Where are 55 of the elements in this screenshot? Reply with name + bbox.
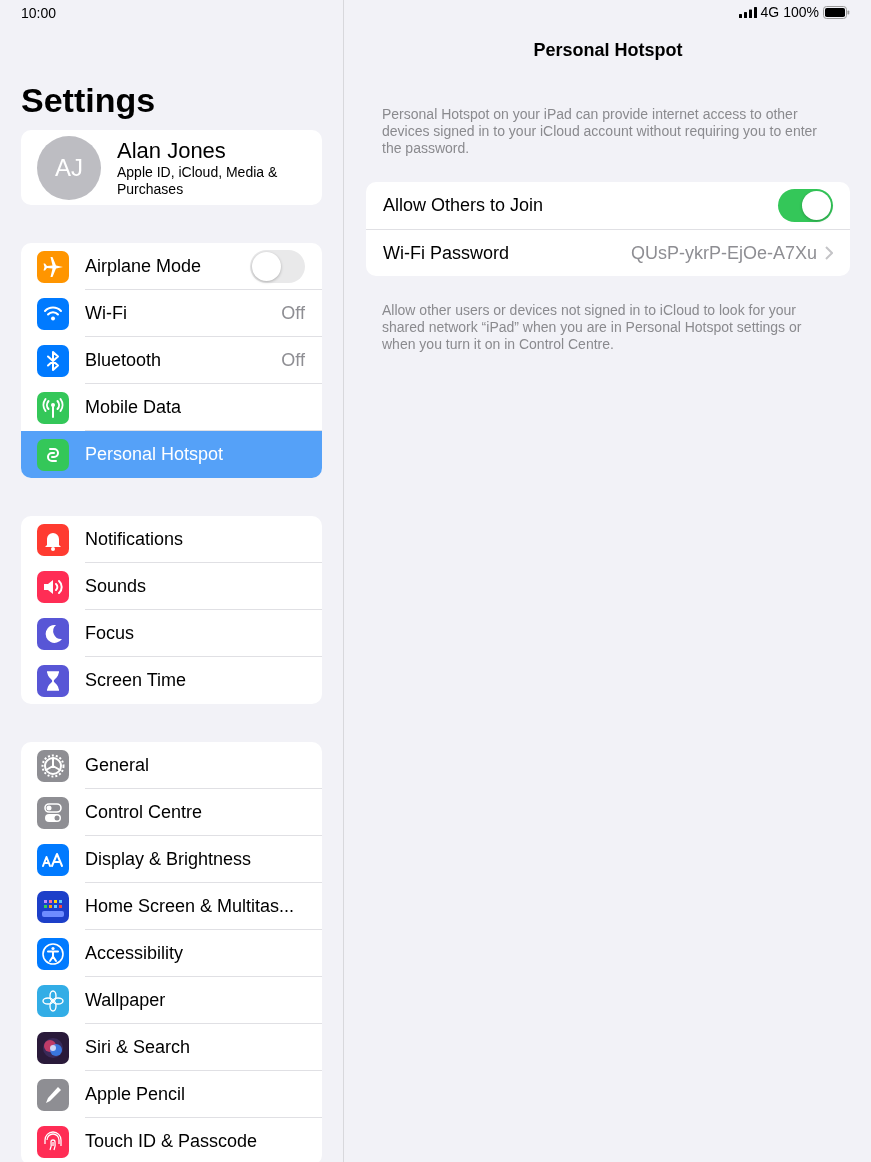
- row-label: Focus: [85, 621, 135, 645]
- toggle-switch[interactable]: [778, 189, 833, 222]
- row-label: Sounds: [85, 574, 147, 598]
- row-label: Wi-Fi: [85, 301, 127, 325]
- settings-row[interactable]: Sounds: [21, 563, 322, 610]
- settings-row[interactable]: Siri & Search: [21, 1024, 322, 1071]
- profile-card[interactable]: AJ Alan Jones Apple ID, iCloud, Media & Purchases: [21, 130, 322, 205]
- settings-row[interactable]: Apple Pencil: [21, 1071, 322, 1118]
- footer-text: Allow other users or devices not signed in to iCloud to look for your shared network “iPad” when you are in Personal Hotspot settings or when you turn it on in Control Centre.: [381, 302, 803, 353]
- row-label: Screen Time: [85, 669, 187, 692]
- settings-row[interactable]: Home Screen & Multitas...: [21, 883, 322, 930]
- settings-row[interactable]: General: [21, 742, 322, 789]
- settings-row[interactable]: Touch ID & Passcode: [21, 1118, 322, 1162]
- row-label: Mobile Data: [85, 395, 182, 419]
- toggle-switch[interactable]: [250, 249, 305, 283]
- settings-row[interactable]: Screen Time: [21, 657, 322, 704]
- password-value: QUsP-ykrP-EjOe-A7Xu: [630, 241, 817, 265]
- row-value: Off: [281, 348, 305, 372]
- row-label: Notifications: [85, 527, 184, 551]
- network-type: 4G: [760, 3, 780, 22]
- profile-name: Alan Jones: [117, 137, 227, 164]
- row-label: Personal Hotspot: [85, 443, 224, 466]
- settings-row[interactable]: Accessibility: [21, 930, 322, 977]
- row-label: Bluetooth: [85, 348, 162, 372]
- chevron-icon[interactable]: [825, 246, 833, 260]
- settings-row[interactable]: Focus: [21, 610, 322, 657]
- row-label: Wallpaper: [85, 988, 166, 1012]
- row-label: Airplane Mode: [85, 254, 202, 278]
- status-time: 10:00: [21, 4, 58, 22]
- settings-row[interactable]: Control Centre: [21, 789, 322, 836]
- settings-row[interactable]: Bluetooth Off: [21, 337, 322, 384]
- settings-row[interactable]: Wi-Fi Off: [21, 290, 322, 337]
- row-value: Off: [281, 301, 305, 325]
- settings-row[interactable]: Display & Brightness: [21, 836, 322, 883]
- avatar: AJ: [37, 135, 101, 200]
- row-label: Home Screen & Multitas...: [85, 894, 295, 918]
- battery-icon: [823, 6, 850, 19]
- settings-row[interactable]: Airplane Mode: [21, 243, 322, 290]
- row-label: Touch ID & Passcode: [85, 1130, 258, 1153]
- description-text: Personal Hotspot on your iPad can provide internet access to other devices signed in to your iCloud account without requiring you to enter the password.: [381, 106, 819, 157]
- row-label: Accessibility: [85, 941, 184, 965]
- row-label: General: [85, 753, 150, 777]
- settings-row[interactable]: Notifications: [21, 516, 322, 563]
- row-label: Siri & Search: [85, 1035, 191, 1059]
- page-title: Personal Hotspot: [532, 39, 684, 62]
- row-label: Allow Others to Join: [383, 194, 544, 217]
- profile-subtitle: Apple ID, iCloud, Media & Purchases: [117, 163, 279, 198]
- row-label: Control Centre: [85, 800, 203, 824]
- battery-percent: 100%: [783, 3, 819, 22]
- signal-icon: [738, 7, 757, 18]
- row-label: Wi-Fi Password: [383, 241, 509, 265]
- row-label: Display & Brightness: [85, 847, 252, 871]
- page-title: Settings: [21, 80, 157, 120]
- row-label: Apple Pencil: [85, 1082, 186, 1106]
- settings-row[interactable]: Wallpaper: [21, 977, 322, 1024]
